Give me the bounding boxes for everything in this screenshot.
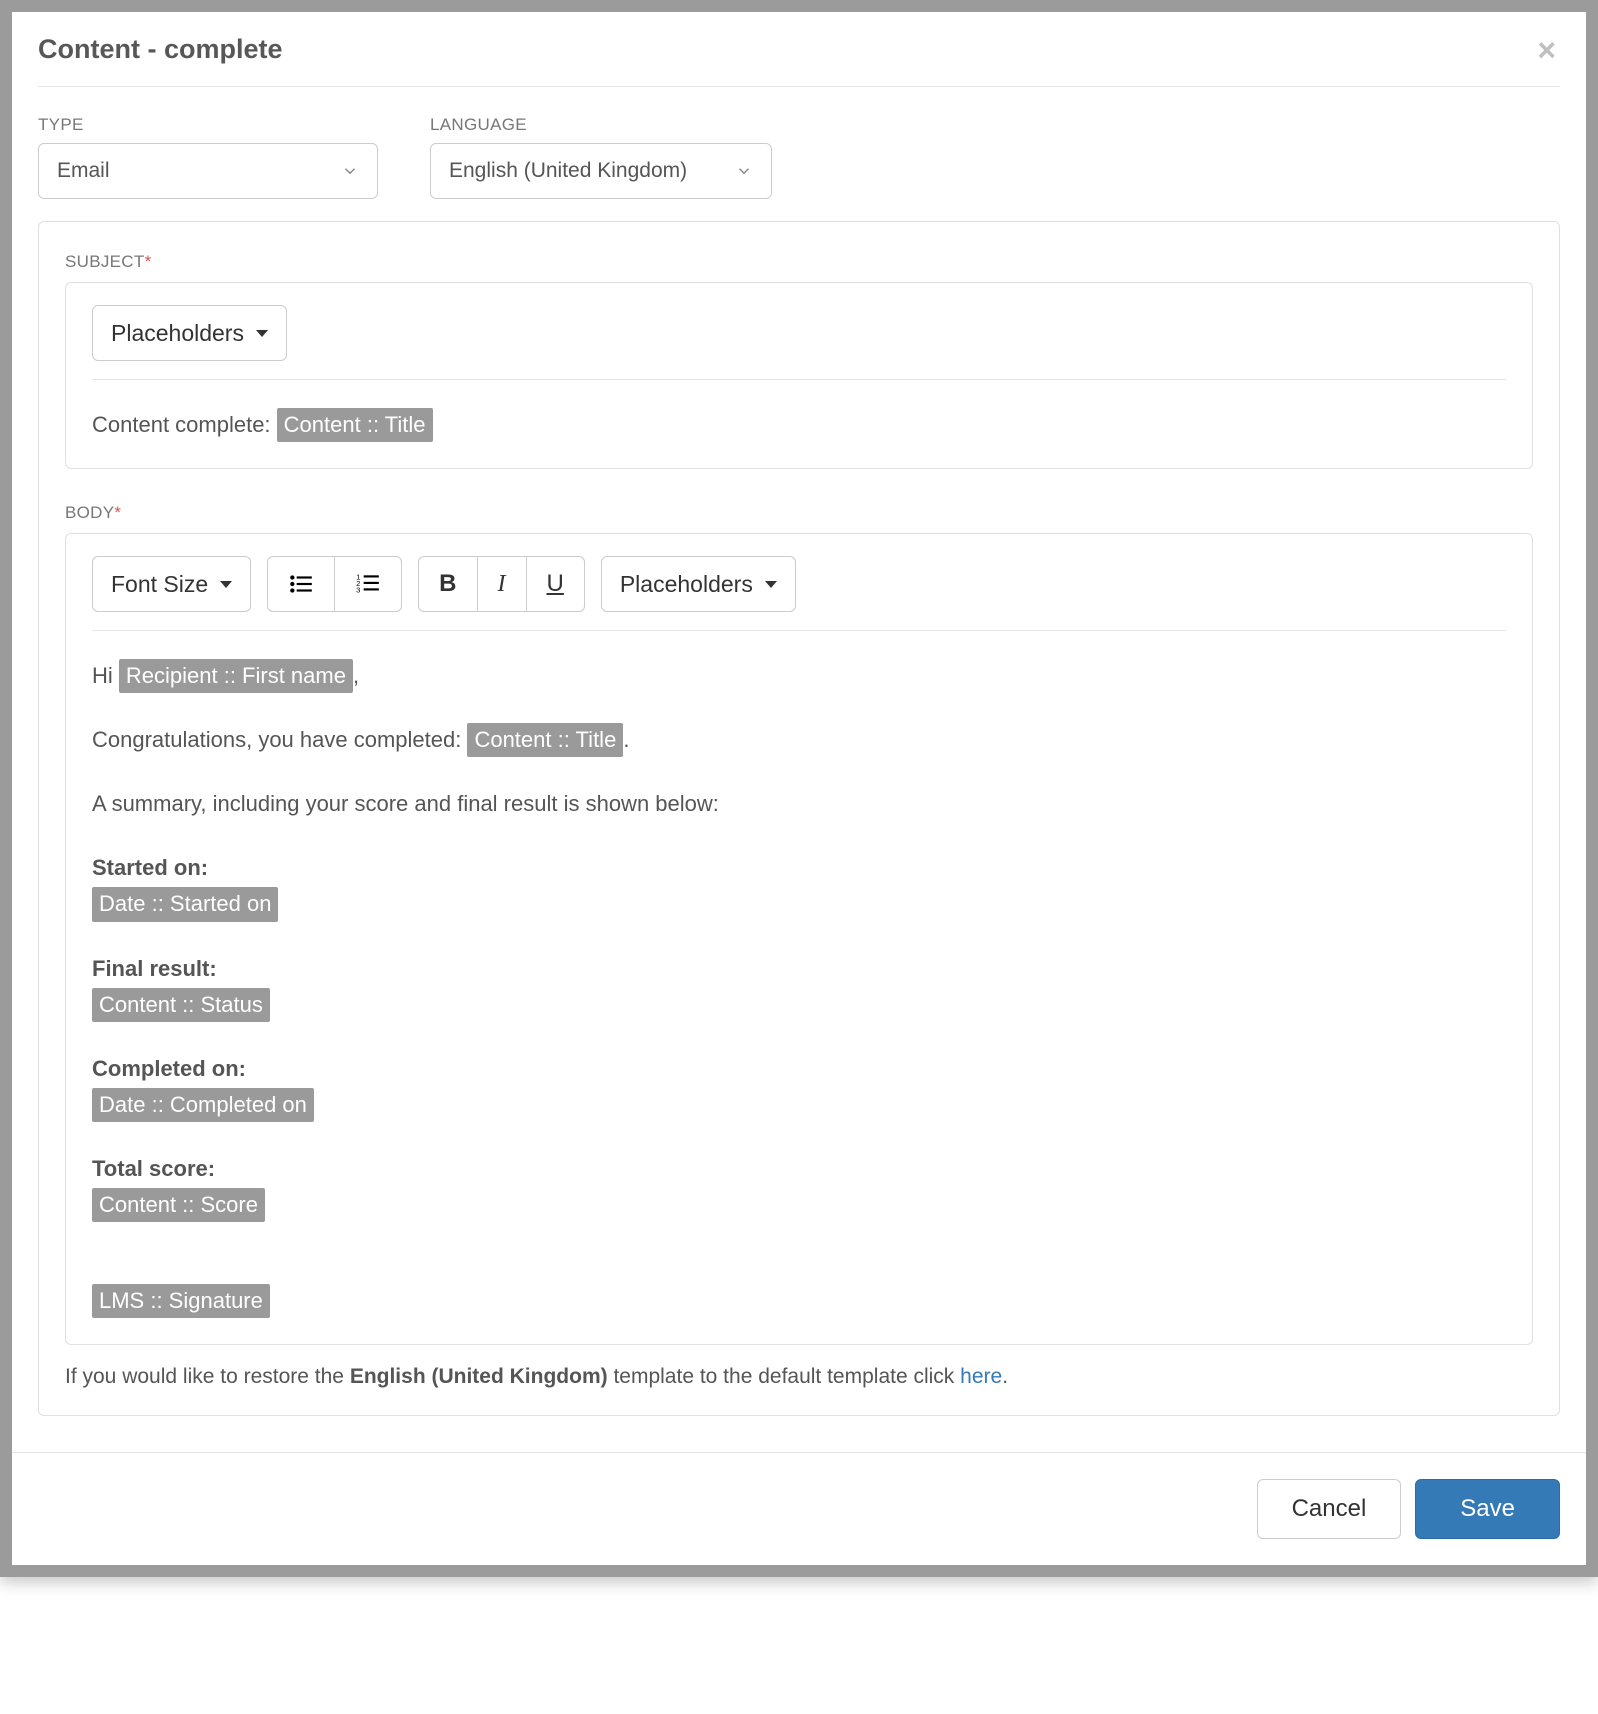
- bold-button[interactable]: B: [418, 556, 477, 612]
- language-select[interactable]: English (United Kingdom): [430, 143, 772, 199]
- italic-icon: I: [498, 571, 506, 598]
- subject-placeholders-button[interactable]: Placeholders: [92, 305, 287, 361]
- divider: [92, 630, 1506, 631]
- language-select-value: English (United Kingdom): [449, 159, 687, 183]
- body-editor: Font Size 123: [65, 533, 1533, 1345]
- editor-toolbar: Font Size 123: [92, 556, 1506, 612]
- font-size-button[interactable]: Font Size: [92, 556, 251, 612]
- save-button[interactable]: Save: [1415, 1479, 1560, 1539]
- placeholder-chip: Date :: Completed on: [92, 1088, 314, 1122]
- subject-label: SUBJECT*: [65, 252, 1533, 272]
- bold-icon: B: [439, 570, 456, 598]
- cancel-button[interactable]: Cancel: [1257, 1479, 1402, 1539]
- caret-down-icon: [765, 581, 777, 588]
- placeholder-chip: Date :: Started on: [92, 887, 278, 921]
- body-placeholders-button[interactable]: Placeholders: [601, 556, 796, 612]
- final-result-label: Final result:: [92, 952, 1506, 986]
- italic-button[interactable]: I: [478, 556, 527, 612]
- completed-on-label: Completed on:: [92, 1052, 1506, 1086]
- underline-button[interactable]: U: [527, 556, 585, 612]
- placeholder-chip: Content :: Status: [92, 988, 270, 1022]
- language-label: LANGUAGE: [430, 115, 772, 135]
- unordered-list-icon: [288, 571, 314, 597]
- underline-icon: U: [547, 570, 564, 598]
- caret-down-icon: [220, 581, 232, 588]
- started-on-label: Started on:: [92, 851, 1506, 885]
- placeholder-chip: LMS :: Signature: [92, 1284, 270, 1318]
- type-label: TYPE: [38, 115, 378, 135]
- modal-header: Content - complete ×: [38, 34, 1560, 87]
- subject-editor: Placeholders Content complete: Content :…: [65, 282, 1533, 469]
- subject-content[interactable]: Content complete: Content :: Title: [92, 408, 1506, 442]
- placeholder-chip: Content :: Score: [92, 1188, 265, 1222]
- type-select[interactable]: Email: [38, 143, 378, 199]
- close-icon[interactable]: ×: [1533, 34, 1560, 66]
- divider: [92, 379, 1506, 380]
- body-label: BODY*: [65, 503, 1533, 523]
- modal-title: Content - complete: [38, 34, 283, 65]
- body-content[interactable]: Hi Recipient :: First name, Congratulati…: [92, 659, 1506, 1318]
- placeholder-chip: Content :: Title: [467, 723, 623, 757]
- ordered-list-icon: 123: [355, 571, 381, 597]
- modal-footer: Cancel Save: [12, 1452, 1586, 1565]
- chevron-down-icon: [341, 162, 359, 180]
- caret-down-icon: [256, 330, 268, 337]
- placeholder-chip: Content :: Title: [277, 408, 433, 442]
- svg-text:3: 3: [356, 586, 360, 595]
- chevron-down-icon: [735, 162, 753, 180]
- placeholder-chip: Recipient :: First name: [119, 659, 353, 693]
- ordered-list-button[interactable]: 123: [335, 556, 402, 612]
- unordered-list-button[interactable]: [267, 556, 335, 612]
- restore-link[interactable]: here: [960, 1365, 1002, 1388]
- type-select-value: Email: [57, 159, 110, 183]
- total-score-label: Total score:: [92, 1152, 1506, 1186]
- restore-note: If you would like to restore the English…: [65, 1365, 1533, 1389]
